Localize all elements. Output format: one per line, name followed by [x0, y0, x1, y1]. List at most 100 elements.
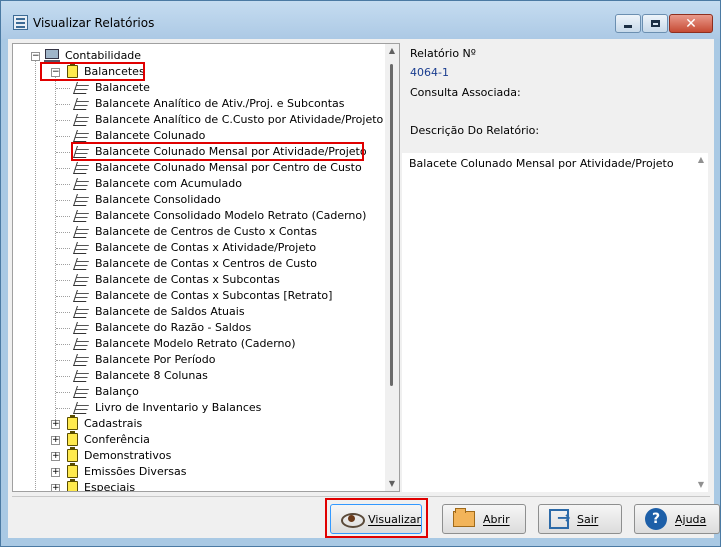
- report-icon: [73, 98, 90, 110]
- tree-report-item[interactable]: Balancete Modelo Retrato (Caderno): [73, 336, 373, 352]
- tree-report-item[interactable]: Balancete Consolidado: [73, 192, 373, 208]
- tree-connector: [56, 376, 70, 377]
- tree-group-item[interactable]: + Cadastrais: [51, 415, 351, 432]
- clipboard-icon: [67, 431, 78, 446]
- report-number-value: 4064-1: [410, 66, 449, 79]
- highlight-visualizar: [325, 498, 428, 538]
- tree-report-item[interactable]: Livro de Inventario y Balances: [73, 400, 373, 416]
- folder-open-icon: [453, 508, 475, 527]
- scroll-up-icon[interactable]: ▲: [696, 155, 706, 165]
- expand-icon[interactable]: +: [51, 420, 60, 429]
- report-icon: [73, 178, 90, 190]
- scroll-down-icon[interactable]: ▼: [387, 479, 397, 489]
- report-icon: [73, 290, 90, 302]
- report-icon: [73, 402, 90, 414]
- report-icon: [73, 338, 90, 350]
- highlight-balancetes: [40, 62, 145, 81]
- report-number-label: Relatório Nº: [410, 47, 476, 60]
- clipboard-icon: [67, 447, 78, 462]
- window-title: Visualizar Relatórios: [33, 16, 155, 30]
- tree-report-item[interactable]: Balancete de Contas x Centros de Custo: [73, 256, 373, 272]
- tree-report-item[interactable]: Balancete com Acumulado: [73, 176, 373, 192]
- expand-icon[interactable]: +: [51, 468, 60, 477]
- client-area: − Contabilidade − Balancetes Balancete Ba…: [8, 39, 720, 538]
- description-box[interactable]: Balacete Colunado Mensal por Atividade/P…: [402, 153, 708, 492]
- report-tree[interactable]: − Contabilidade − Balancetes Balancete Ba…: [12, 43, 400, 492]
- tree-report-item[interactable]: Balancete de Contas x Subcontas [Retrato…: [73, 288, 373, 304]
- tree-connector: [56, 328, 70, 329]
- tree-connector: [56, 184, 70, 185]
- ajuda-button[interactable]: ? Ajuda: [634, 504, 720, 534]
- tree-report-item[interactable]: Balancete de Contas x Atividade/Projeto: [73, 240, 373, 256]
- close-button[interactable]: ✕: [669, 14, 713, 33]
- tree-connector: [56, 392, 70, 393]
- abrir-button[interactable]: Abrir: [442, 504, 526, 534]
- tree-group-item[interactable]: + Demonstrativos: [51, 447, 351, 464]
- collapse-icon[interactable]: −: [31, 52, 40, 61]
- report-icon: [73, 258, 90, 270]
- maximize-icon: [650, 20, 660, 27]
- report-info-panel: Relatório Nº 4064-1 Consulta Associada: …: [402, 43, 710, 492]
- tree-connector: [56, 168, 70, 169]
- title-bar[interactable]: Visualizar Relatórios ✕: [1, 1, 720, 39]
- tree-connector: [56, 216, 70, 217]
- tree-report-item[interactable]: Balancete do Razão - Saldos: [73, 320, 373, 336]
- sair-button[interactable]: Sair: [538, 504, 622, 534]
- tree-report-item[interactable]: Balancete Analítico de Ativ./Proj. e Sub…: [73, 96, 373, 112]
- tree-connector: [56, 344, 70, 345]
- exit-icon: [549, 508, 570, 529]
- report-icon: [73, 370, 90, 382]
- report-icon: [73, 386, 90, 398]
- tree-group-item[interactable]: + Especiais: [51, 479, 351, 491]
- scroll-up-icon[interactable]: ▲: [387, 46, 397, 56]
- tree-connector: [56, 296, 70, 297]
- tree-scrollbar[interactable]: ▲ ▼: [385, 44, 399, 491]
- report-viewer-window: Visualizar Relatórios ✕ − Contabilidade …: [0, 0, 721, 547]
- clipboard-icon: [67, 415, 78, 430]
- tree-connector: [56, 152, 70, 153]
- tree-group-item[interactable]: + Conferência: [51, 431, 351, 448]
- close-icon: ✕: [685, 15, 697, 32]
- tree-report-item[interactable]: Balancete de Centros de Custo x Contas: [73, 224, 373, 240]
- expand-icon[interactable]: +: [51, 484, 60, 491]
- tree-report-item[interactable]: Balancete: [73, 80, 373, 96]
- scroll-down-icon[interactable]: ▼: [696, 480, 706, 490]
- report-icon: [73, 82, 90, 94]
- tree-report-item[interactable]: Balancete Colunado Mensal por Centro de …: [73, 160, 373, 176]
- maximize-button[interactable]: [642, 14, 668, 33]
- minimize-button[interactable]: [615, 14, 641, 33]
- tree-report-item[interactable]: Balancete Consolidado Modelo Retrato (Ca…: [73, 208, 373, 224]
- tree-connector: [56, 88, 70, 89]
- report-icon: [73, 322, 90, 334]
- report-icon: [73, 354, 90, 366]
- report-icon: [73, 194, 90, 206]
- tree-connector: [56, 360, 70, 361]
- tree-connector: [56, 136, 70, 137]
- report-icon: [73, 242, 90, 254]
- app-icon: [13, 15, 28, 30]
- report-icon: [73, 210, 90, 222]
- report-icon: [73, 226, 90, 238]
- tree-report-item[interactable]: Balancete de Contas x Subcontas: [73, 272, 373, 288]
- divider: [12, 496, 710, 497]
- tree-report-item[interactable]: Balancete 8 Colunas: [73, 368, 373, 384]
- tree-report-item[interactable]: Balancete de Saldos Atuais: [73, 304, 373, 320]
- report-icon: [73, 114, 90, 126]
- tree-group-item[interactable]: + Emissões Diversas: [51, 463, 351, 480]
- tree-connector: [56, 264, 70, 265]
- expand-icon[interactable]: +: [51, 452, 60, 461]
- tree-report-item[interactable]: Balancete Por Período: [73, 352, 373, 368]
- description-text: Balacete Colunado Mensal por Atividade/P…: [409, 157, 674, 170]
- tree-connector: [56, 104, 70, 105]
- tree-connector: [56, 120, 70, 121]
- tree-connector: [56, 200, 70, 201]
- tree-connector: [56, 248, 70, 249]
- help-icon: ?: [645, 508, 667, 530]
- tree-report-item[interactable]: Balanço: [73, 384, 373, 400]
- scrollbar-thumb[interactable]: [390, 64, 393, 386]
- description-scrollbar[interactable]: ▲ ▼: [694, 153, 708, 492]
- report-icon: [73, 274, 90, 286]
- expand-icon[interactable]: +: [51, 436, 60, 445]
- tree-report-item[interactable]: Balancete Analítico de C.Custo por Ativi…: [73, 112, 383, 128]
- report-icon: [73, 306, 90, 318]
